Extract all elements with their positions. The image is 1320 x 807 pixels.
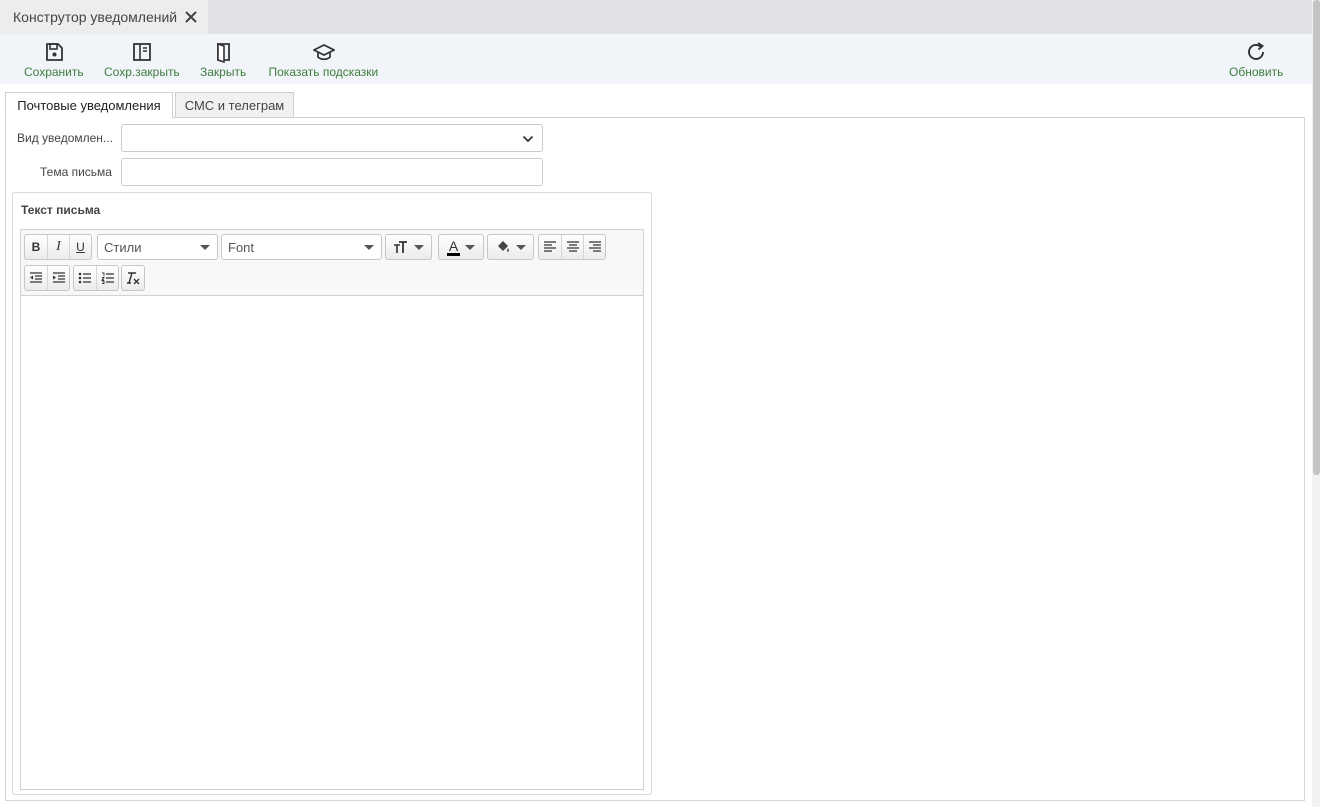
chevron-down-icon <box>364 245 374 250</box>
show-hints-label: Показать подсказки <box>268 65 379 79</box>
align-left-button[interactable] <box>539 235 561 259</box>
list-group <box>73 265 119 291</box>
font-color-icon: A <box>446 237 461 256</box>
numbered-list-icon <box>100 272 114 284</box>
graduation-cap-icon <box>312 44 335 61</box>
chevron-down-icon <box>200 245 210 250</box>
chevron-down-icon <box>414 244 424 250</box>
paint-bucket-icon <box>498 241 509 252</box>
italic-button[interactable]: I <box>47 235 69 259</box>
remove-format-icon <box>127 272 140 285</box>
font-color-button[interactable]: A <box>438 234 484 260</box>
background-color-button[interactable] <box>487 234 534 260</box>
subject-input[interactable] <box>121 158 543 186</box>
font-combo[interactable]: Font <box>221 234 382 260</box>
align-center-button[interactable] <box>561 235 583 259</box>
door-icon <box>217 42 230 63</box>
remove-format-button[interactable] <box>122 266 144 290</box>
save-close-icon <box>133 43 151 61</box>
align-left-icon <box>544 241 556 252</box>
outdent-button[interactable] <box>25 266 47 290</box>
tab-email-notifications[interactable]: Почтовые уведомления <box>5 92 173 118</box>
save-button[interactable]: Сохранить <box>24 34 84 84</box>
bold-button[interactable]: B <box>25 235 47 259</box>
show-hints-button[interactable]: Показать подсказки <box>267 34 380 84</box>
bulleted-list-icon <box>78 272 91 284</box>
indent-group <box>24 265 70 291</box>
font-combo-label: Font <box>228 239 255 255</box>
refresh-button[interactable]: Обновить <box>1228 34 1284 84</box>
save-close-label: Сохр.закрыть <box>104 65 180 79</box>
refresh-icon <box>1248 42 1265 60</box>
remove-format-group <box>121 265 145 291</box>
window-tabstrip: Конструтор уведомлений <box>0 0 1312 34</box>
outdent-icon <box>30 272 42 283</box>
save-close-button[interactable]: Сохр.закрыть <box>104 34 180 84</box>
floppy-icon <box>46 43 63 61</box>
tab-sms-label: СМС и телеграм <box>184 97 285 113</box>
tab-sms-telegram[interactable]: СМС и телеграм <box>175 92 294 118</box>
indent-button[interactable] <box>47 266 69 290</box>
vertical-scrollbar[interactable] <box>1312 0 1320 807</box>
align-right-icon <box>588 241 601 252</box>
tab-email-label: Почтовые уведомления <box>17 97 161 113</box>
chevron-down-icon <box>516 244 526 250</box>
document-tab[interactable]: Конструтор уведомлений <box>0 0 208 34</box>
bulleted-list-button[interactable] <box>74 266 96 290</box>
styles-combo[interactable]: Стили <box>97 234 218 260</box>
editor-content-area[interactable] <box>21 297 643 789</box>
main-toolbar: Сохранить Сохр.закрыть Закрыть Показать … <box>0 34 1312 84</box>
chevron-down-icon <box>465 244 476 250</box>
notification-type-select[interactable] <box>121 124 543 152</box>
alignment-group <box>538 234 606 260</box>
email-body-title: Текст письма <box>21 203 101 217</box>
font-size-icon <box>394 241 407 253</box>
refresh-label: Обновить <box>1229 65 1284 79</box>
notification-type-label: Вид уведомлен... <box>17 131 113 145</box>
close-label: Закрыть <box>200 65 247 79</box>
subject-label: Тема письма <box>40 165 112 179</box>
font-size-button[interactable] <box>385 234 432 260</box>
align-center-icon <box>566 241 579 252</box>
numbered-list-button[interactable] <box>96 266 118 290</box>
chevron-down-icon <box>522 135 534 143</box>
align-right-button[interactable] <box>583 235 605 259</box>
indent-icon <box>52 272 65 283</box>
save-label: Сохранить <box>24 65 84 79</box>
document-tab-title: Конструтор уведомлений <box>13 9 178 25</box>
styles-combo-label: Стили <box>104 239 142 255</box>
close-icon[interactable] <box>184 10 198 24</box>
close-button[interactable]: Закрыть <box>199 34 247 84</box>
basic-styles-group: B I U <box>24 234 92 260</box>
underline-button[interactable]: U <box>69 235 91 259</box>
scrollbar-thumb[interactable] <box>1313 0 1320 475</box>
